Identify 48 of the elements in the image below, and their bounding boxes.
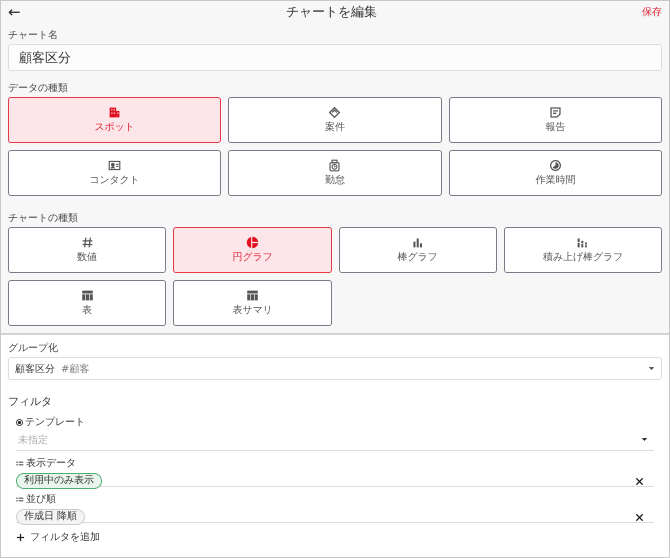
add-filter-button[interactable]: フィルタを追加 xyxy=(16,530,100,544)
page-title: チャートを編集 xyxy=(286,4,377,21)
data-type-option[interactable]: スポット xyxy=(8,97,222,143)
clock-icon xyxy=(548,159,562,172)
filter-chip[interactable]: 作成日 降順 xyxy=(16,509,86,525)
pie-icon xyxy=(246,236,259,249)
chart-type-option[interactable]: 数値 xyxy=(8,227,166,273)
field-label: チャート名 xyxy=(8,29,58,42)
tag-icon xyxy=(328,106,342,119)
card-icon xyxy=(108,159,122,172)
chart-type-option[interactable]: 円グラフ xyxy=(173,227,332,273)
caret-icon xyxy=(648,366,655,371)
grouping-select[interactable]: 顧客区分 #顧客 xyxy=(8,357,662,380)
data-type-option[interactable]: コンタクト xyxy=(8,150,222,196)
section-label: チャートの種類 xyxy=(8,212,78,225)
table-icon xyxy=(246,289,259,302)
data-type-option[interactable]: 報告 xyxy=(448,97,662,143)
field-label: グループ化 xyxy=(8,342,58,355)
section-label: データの種類 xyxy=(8,82,68,95)
caret-icon xyxy=(641,437,648,442)
data-type-option[interactable]: 案件 xyxy=(228,97,442,143)
timer-icon xyxy=(328,159,342,172)
filter-label: 並び順 xyxy=(26,493,56,506)
back-button[interactable]: ← xyxy=(8,3,21,21)
data-type-option[interactable]: 勤怠 xyxy=(228,150,442,196)
bar-icon xyxy=(411,236,424,249)
plus-icon xyxy=(16,532,25,542)
filter-chip[interactable]: 利用中のみ表示 xyxy=(16,473,102,489)
radio-label: テンプレート xyxy=(25,416,85,429)
chart-type-option[interactable]: 積み上げ棒グラフ xyxy=(504,227,662,273)
close-icon[interactable] xyxy=(635,512,644,522)
chart-type-option[interactable]: 棒グラフ xyxy=(338,227,497,273)
number-icon xyxy=(80,236,94,249)
radio-button[interactable] xyxy=(16,418,23,426)
list-icon xyxy=(16,460,24,466)
filter-label: 表示データ xyxy=(26,456,76,470)
save-button[interactable]: 保存 xyxy=(642,5,662,19)
chart-type-option[interactable]: 表 xyxy=(8,280,166,326)
chart-name-field[interactable]: 顧客区分 xyxy=(8,44,662,71)
list-icon xyxy=(16,496,24,502)
chart-type-option[interactable]: 表サマリ xyxy=(173,280,332,326)
data-type-option[interactable]: 作業時間 xyxy=(448,150,662,196)
stacked-icon xyxy=(576,236,590,249)
section-title: フィルタ xyxy=(8,394,52,409)
table-icon xyxy=(80,289,94,302)
building-icon xyxy=(108,106,122,119)
note-icon xyxy=(548,106,562,119)
close-icon[interactable] xyxy=(635,476,644,486)
